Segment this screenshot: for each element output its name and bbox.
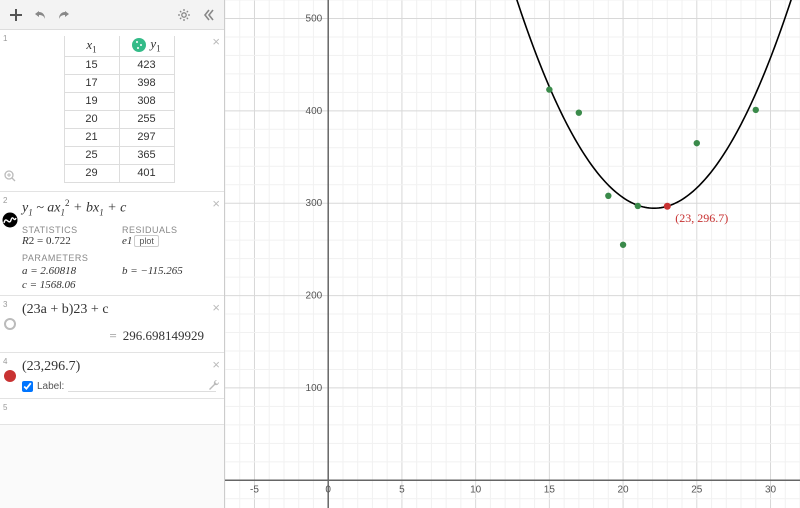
svg-text:400: 400 — [306, 106, 323, 117]
expression-point[interactable]: 4 × (23,296.7) Label: — [0, 353, 224, 399]
eval-result: 296.698149929 — [123, 328, 204, 343]
wrench-icon[interactable] — [208, 379, 220, 394]
svg-text:10: 10 — [470, 484, 482, 495]
param-b: b = −115.265 — [122, 265, 202, 277]
collapse-panel-button[interactable] — [196, 3, 220, 27]
expression-list: 1 × x1 y1 15423 17398 19308 20255 21297 … — [0, 30, 224, 508]
svg-text:-5: -5 — [250, 484, 259, 495]
data-table[interactable]: x1 y1 15423 17398 19308 20255 21297 2536… — [64, 36, 175, 183]
param-a: a = 2.60818 — [22, 265, 102, 277]
settings-button[interactable] — [172, 3, 196, 27]
close-icon[interactable]: × — [212, 357, 220, 372]
svg-text:300: 300 — [306, 198, 323, 209]
parameters-label: PARAMETERS — [22, 253, 216, 263]
table-row: 29401 — [64, 164, 174, 182]
data-point[interactable] — [546, 86, 552, 92]
regression-expression[interactable]: y1 ~ ax12 + bx1 + c — [22, 196, 216, 223]
graph-canvas[interactable]: -5 0 5 10 15 20 25 30 100 200 300 400 500 (23, 296.7… — [225, 0, 800, 508]
series-color-icon[interactable] — [132, 38, 146, 52]
point-expression[interactable]: (23,296.7) — [22, 357, 216, 381]
expression-table[interactable]: 1 × x1 y1 15423 17398 19308 20255 21297 … — [0, 30, 224, 192]
table-row: 19308 — [64, 92, 174, 110]
zoom-fit-icon[interactable] — [3, 169, 17, 186]
svg-text:0: 0 — [325, 484, 331, 495]
label-text: Label: — [37, 381, 64, 392]
graph-area[interactable]: -5 0 5 10 15 20 25 30 100 200 300 400 500 (23, 296.7… — [225, 0, 800, 508]
point-color-icon[interactable] — [2, 368, 18, 384]
data-point[interactable] — [576, 109, 582, 115]
expression-panel: 1 × x1 y1 15423 17398 19308 20255 21297 … — [0, 0, 225, 508]
add-expression-button[interactable] — [4, 3, 28, 27]
table-row: 21297 — [64, 128, 174, 146]
data-point[interactable] — [635, 203, 641, 209]
svg-text:20: 20 — [618, 484, 630, 495]
table-row: 15423 — [64, 56, 174, 74]
table-row: 17398 — [64, 74, 174, 92]
redo-button[interactable] — [52, 3, 76, 27]
table-row: 25365 — [64, 146, 174, 164]
data-point[interactable] — [620, 242, 626, 248]
table-row: 20255 — [64, 110, 174, 128]
svg-text:30: 30 — [765, 484, 777, 495]
svg-text:15: 15 — [544, 484, 556, 495]
svg-text:25: 25 — [691, 484, 703, 495]
svg-text:100: 100 — [306, 383, 323, 394]
eval-expression[interactable]: (23a + b)23 + c — [22, 300, 216, 324]
param-c: c = 1568.06 — [22, 279, 216, 291]
data-point[interactable] — [605, 193, 611, 199]
panel-toolbar — [0, 0, 224, 30]
label-checkbox[interactable] — [22, 381, 33, 392]
point-label: (23, 296.7) — [675, 211, 728, 225]
stats-label: STATISTICS — [22, 225, 102, 235]
expression-empty[interactable]: 5 — [0, 399, 224, 425]
close-icon[interactable]: × — [212, 196, 220, 211]
undo-button[interactable] — [28, 3, 52, 27]
svg-text:5: 5 — [399, 484, 405, 495]
residuals-label: RESIDUALS — [122, 225, 202, 235]
svg-text:200: 200 — [306, 291, 323, 302]
close-icon[interactable]: × — [212, 300, 220, 315]
curve-icon[interactable] — [2, 212, 18, 228]
empty-icon[interactable] — [2, 316, 18, 332]
data-point[interactable] — [694, 140, 700, 146]
expression-regression[interactable]: 2 × y1 ~ ax12 + bx1 + c STATISTICS R2 = … — [0, 192, 224, 296]
expression-eval[interactable]: 3 × (23a + b)23 + c =296.698149929 — [0, 296, 224, 353]
data-point[interactable] — [753, 107, 759, 113]
plot-residuals-button[interactable]: plot — [134, 235, 159, 247]
close-icon[interactable]: × — [212, 34, 220, 49]
label-input[interactable] — [68, 382, 216, 392]
svg-text:500: 500 — [306, 13, 323, 24]
